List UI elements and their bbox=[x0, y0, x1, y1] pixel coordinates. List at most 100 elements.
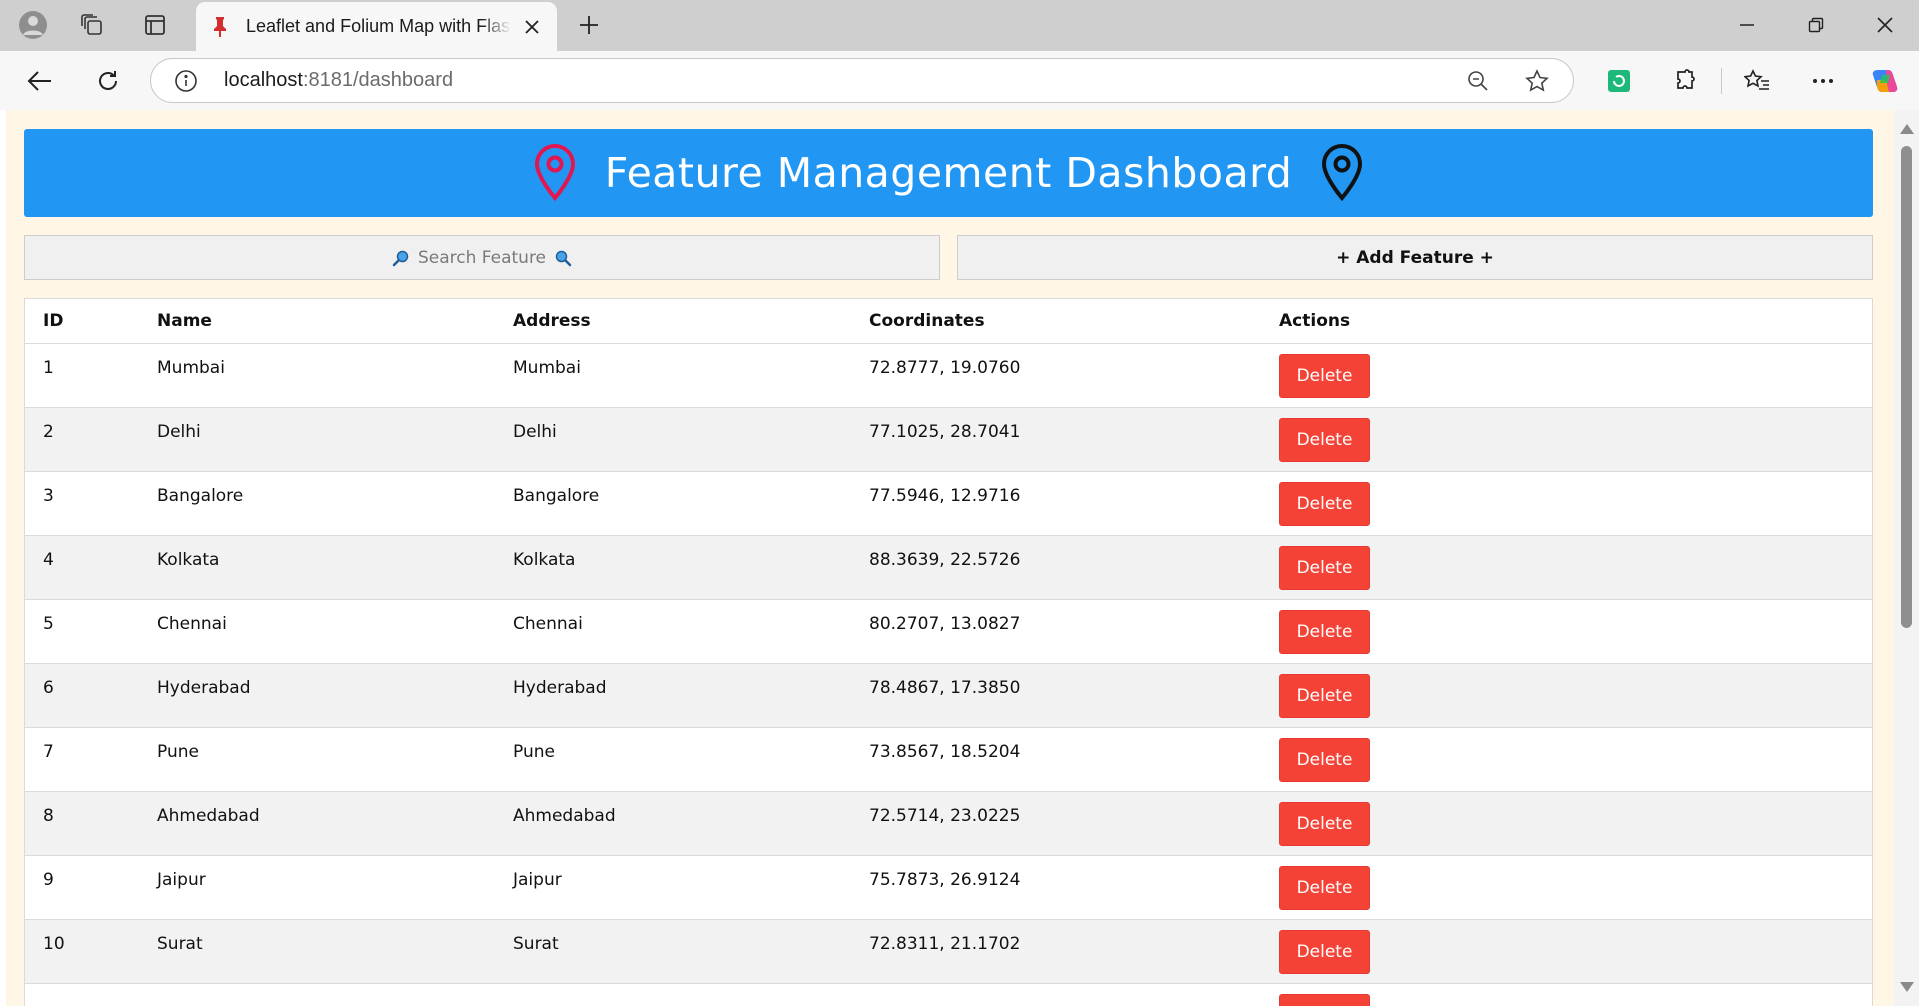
address-bar[interactable]: localhost:8181/dashboard bbox=[150, 58, 1574, 103]
cell-coordinates bbox=[851, 983, 1261, 1006]
cell-id-text: 8 bbox=[43, 805, 54, 826]
cell-coordinates-text: 88.3639, 22.5726 bbox=[869, 549, 1021, 570]
delete-button[interactable]: Delete bbox=[1279, 801, 1370, 846]
cell-coordinates: 88.3639, 22.5726 bbox=[851, 535, 1261, 600]
add-feature-label: + Add Feature + bbox=[1336, 247, 1494, 268]
cell-name: Chennai bbox=[139, 599, 495, 664]
table-row: 8 Ahmedabad Ahmedabad 72.5714, 23.0225 D… bbox=[25, 791, 1872, 856]
magnifier-right-icon bbox=[555, 250, 572, 266]
column-header-coordinates: Coordinates bbox=[851, 299, 1261, 344]
restore-window-icon[interactable] bbox=[1801, 10, 1831, 40]
cell-name: Pune bbox=[139, 727, 495, 792]
close-tab-icon[interactable] bbox=[520, 15, 544, 39]
cell-name-text: Bangalore bbox=[157, 485, 244, 506]
add-feature-button[interactable]: + Add Feature + bbox=[957, 235, 1873, 280]
more-options-icon[interactable] bbox=[1808, 66, 1838, 96]
map-pin-black-icon bbox=[1322, 143, 1363, 202]
table-row: 3 Bangalore Bangalore 77.5946, 12.9716 D… bbox=[25, 471, 1872, 536]
table-row: 7 Pune Pune 73.8567, 18.5204 Delete bbox=[25, 727, 1872, 792]
delete-button[interactable] bbox=[1279, 993, 1370, 1006]
cell-coordinates-text: 80.2707, 13.0827 bbox=[869, 613, 1021, 634]
cell-actions: Delete bbox=[1261, 471, 1872, 536]
new-tab-icon[interactable] bbox=[574, 10, 604, 40]
table-row: 10 Surat Surat 72.8311, 21.1702 Delete bbox=[25, 919, 1872, 984]
features-table: ID Name Address Coordinates Actions 1 Mu… bbox=[24, 298, 1873, 1006]
delete-button[interactable]: Delete bbox=[1279, 737, 1370, 782]
active-tab[interactable]: Leaflet and Folium Map with Flask bbox=[196, 2, 557, 51]
browser-toolbar: localhost:8181/dashboard bbox=[0, 51, 1919, 110]
tab-title: Leaflet and Folium Map with Flask bbox=[246, 16, 511, 36]
favorite-star-icon[interactable] bbox=[1524, 68, 1550, 94]
table-row: 4 Kolkata Kolkata 88.3639, 22.5726 Delet… bbox=[25, 535, 1872, 600]
cell-id-text: 10 bbox=[43, 933, 65, 954]
cell-coordinates: 80.2707, 13.0827 bbox=[851, 599, 1261, 664]
table-row: 2 Delhi Delhi 77.1025, 28.7041 Delete bbox=[25, 407, 1872, 472]
delete-button[interactable]: Delete bbox=[1279, 545, 1370, 590]
delete-button[interactable]: Delete bbox=[1279, 481, 1370, 526]
cell-address: Ahmedabad bbox=[495, 791, 851, 856]
delete-button[interactable]: Delete bbox=[1279, 929, 1370, 974]
cell-name-text: Surat bbox=[157, 933, 203, 954]
cell-coordinates-text: 73.8567, 18.5204 bbox=[869, 741, 1021, 762]
cell-id-text: 7 bbox=[43, 741, 54, 762]
cell-coordinates-text: 77.5946, 12.9716 bbox=[869, 485, 1021, 506]
tab-title-fade bbox=[481, 2, 511, 51]
cell-id: 9 bbox=[25, 855, 139, 920]
url-text[interactable]: localhost:8181/dashboard bbox=[224, 59, 453, 102]
url-host: localhost bbox=[224, 69, 303, 91]
extensions-puzzle-icon[interactable] bbox=[1670, 66, 1700, 96]
cell-address: Hyderabad bbox=[495, 663, 851, 728]
cell-address-text: Ahmedabad bbox=[513, 805, 616, 826]
cell-actions bbox=[1261, 983, 1872, 1006]
reload-icon[interactable] bbox=[92, 65, 124, 97]
minimize-window-icon[interactable] bbox=[1732, 10, 1762, 40]
cell-actions: Delete bbox=[1261, 343, 1872, 408]
cell-coordinates: 75.7873, 26.9124 bbox=[851, 855, 1261, 920]
cell-address: Jaipur bbox=[495, 855, 851, 920]
cell-id-text: 6 bbox=[43, 677, 54, 698]
cell-coordinates-text: 72.8311, 21.1702 bbox=[869, 933, 1021, 954]
page-scrollbar[interactable] bbox=[1894, 110, 1919, 1006]
favorites-list-icon[interactable] bbox=[1742, 66, 1772, 96]
site-info-icon[interactable] bbox=[173, 68, 199, 94]
delete-button[interactable]: Delete bbox=[1279, 417, 1370, 462]
zoom-out-icon[interactable] bbox=[1465, 68, 1491, 94]
cell-address-text: Mumbai bbox=[513, 357, 581, 378]
scroll-down-arrow-icon[interactable] bbox=[1900, 982, 1914, 992]
cell-address bbox=[495, 983, 851, 1006]
tab-actions-icon[interactable] bbox=[139, 9, 171, 41]
cell-name-text: Kolkata bbox=[157, 549, 220, 570]
delete-button[interactable]: Delete bbox=[1279, 353, 1370, 398]
cell-address: Pune bbox=[495, 727, 851, 792]
cell-id: 1 bbox=[25, 343, 139, 408]
cell-id: 10 bbox=[25, 919, 139, 984]
cell-coordinates: 78.4867, 17.3850 bbox=[851, 663, 1261, 728]
cell-id: 7 bbox=[25, 727, 139, 792]
cell-id-text: 4 bbox=[43, 549, 54, 570]
cell-name: Kolkata bbox=[139, 535, 495, 600]
cell-coordinates-text: 72.8777, 19.0760 bbox=[869, 357, 1021, 378]
cell-id bbox=[25, 983, 139, 1006]
cell-id-text: 2 bbox=[43, 421, 54, 442]
delete-button[interactable]: Delete bbox=[1279, 865, 1370, 910]
search-feature-button[interactable]: Search Feature bbox=[24, 235, 940, 280]
delete-button[interactable]: Delete bbox=[1279, 673, 1370, 718]
scrollbar-thumb[interactable] bbox=[1901, 146, 1912, 628]
profile-avatar-icon[interactable] bbox=[14, 6, 52, 44]
scroll-up-arrow-icon[interactable] bbox=[1900, 124, 1914, 134]
cell-address-text: Pune bbox=[513, 741, 555, 762]
cell-address-text: Delhi bbox=[513, 421, 557, 442]
workspaces-icon[interactable] bbox=[76, 9, 108, 41]
map-pin-red-icon bbox=[534, 143, 575, 202]
cell-actions: Delete bbox=[1261, 599, 1872, 664]
search-feature-label: Search Feature bbox=[417, 247, 547, 268]
back-arrow-icon[interactable] bbox=[24, 65, 56, 97]
copilot-icon[interactable] bbox=[1868, 64, 1902, 98]
cell-coordinates: 72.8311, 21.1702 bbox=[851, 919, 1261, 984]
cell-address-text: Jaipur bbox=[513, 869, 562, 890]
delete-button[interactable]: Delete bbox=[1279, 609, 1370, 654]
extension-green-icon[interactable] bbox=[1604, 66, 1634, 96]
table-header-row: ID Name Address Coordinates Actions bbox=[25, 299, 1872, 344]
column-header-id: ID bbox=[25, 299, 139, 344]
close-window-icon[interactable] bbox=[1870, 10, 1900, 40]
